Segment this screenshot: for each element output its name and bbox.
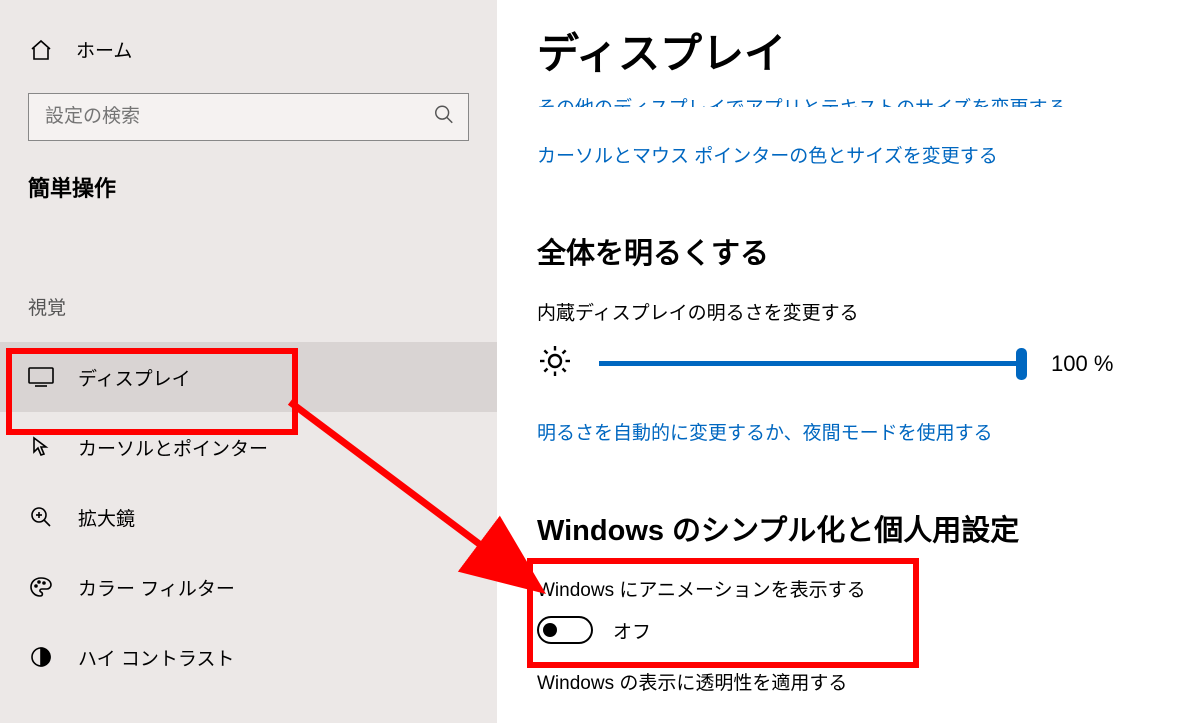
- monitor-icon: [28, 366, 54, 388]
- search-icon: [433, 104, 455, 131]
- sidebar-item-label: ハイ コントラスト: [78, 644, 235, 671]
- link-other-display-textsize[interactable]: その他のディスプレイでアプリとテキストのサイズを変更する: [537, 93, 1160, 107]
- search-container: [28, 93, 469, 141]
- sidebar-item-display[interactable]: ディスプレイ: [0, 342, 497, 412]
- sidebar-item-cursor[interactable]: カーソルとポインター: [0, 412, 497, 482]
- contrast-icon: [28, 645, 54, 669]
- toggle-knob: [543, 623, 557, 637]
- magnifier-icon: [28, 505, 54, 529]
- nav-home-label: ホーム: [76, 36, 132, 63]
- sidebar-item-label: 拡大鏡: [78, 504, 135, 531]
- section-heading-simplify: Windows のシンプル化と個人用設定: [537, 507, 1160, 549]
- link-brightness-auto[interactable]: 明るさを自動的に変更するか、夜間モードを使用する: [537, 418, 1160, 445]
- brightness-slider[interactable]: [599, 361, 1021, 366]
- main-content: ディスプレイ その他のディスプレイでアプリとテキストのサイズを変更する カーソル…: [497, 0, 1200, 723]
- animation-toggle-label: Windows にアニメーションを表示する: [537, 575, 1160, 602]
- brightness-label: 内蔵ディスプレイの明るさを変更する: [537, 298, 1160, 325]
- sidebar-item-label: カーソルとポインター: [78, 434, 268, 461]
- sidebar-item-label: カラー フィルター: [78, 574, 235, 601]
- page-title: ディスプレイ: [537, 20, 1160, 81]
- home-icon: [28, 38, 54, 62]
- search-input[interactable]: [28, 93, 469, 141]
- cursor-icon: [28, 435, 54, 459]
- palette-icon: [28, 575, 54, 599]
- category-title: 簡単操作: [0, 171, 497, 203]
- transparency-label: Windows の表示に透明性を適用する: [537, 668, 1160, 695]
- animation-toggle[interactable]: [537, 616, 593, 644]
- sidebar-item-color-filter[interactable]: カラー フィルター: [0, 552, 497, 622]
- animation-toggle-state: オフ: [613, 617, 651, 644]
- slider-thumb[interactable]: [1016, 348, 1027, 380]
- brightness-slider-row: 100 %: [537, 343, 1160, 384]
- brightness-value: 100 %: [1051, 351, 1113, 377]
- sidebar: ホーム 簡単操作 視覚 ディスプレイ: [0, 0, 497, 723]
- section-heading-brightness: 全体を明るくする: [537, 230, 1160, 272]
- nav-home[interactable]: ホーム: [0, 36, 497, 93]
- sidebar-item-magnifier[interactable]: 拡大鏡: [0, 482, 497, 552]
- sidebar-item-high-contrast[interactable]: ハイ コントラスト: [0, 622, 497, 692]
- sidebar-section-visual: 視覚: [0, 293, 497, 342]
- link-cursor-size[interactable]: カーソルとマウス ポインターの色とサイズを変更する: [537, 141, 1160, 168]
- brightness-icon: [537, 343, 573, 384]
- sidebar-item-label: ディスプレイ: [78, 364, 191, 391]
- animation-toggle-row: オフ: [537, 616, 1160, 644]
